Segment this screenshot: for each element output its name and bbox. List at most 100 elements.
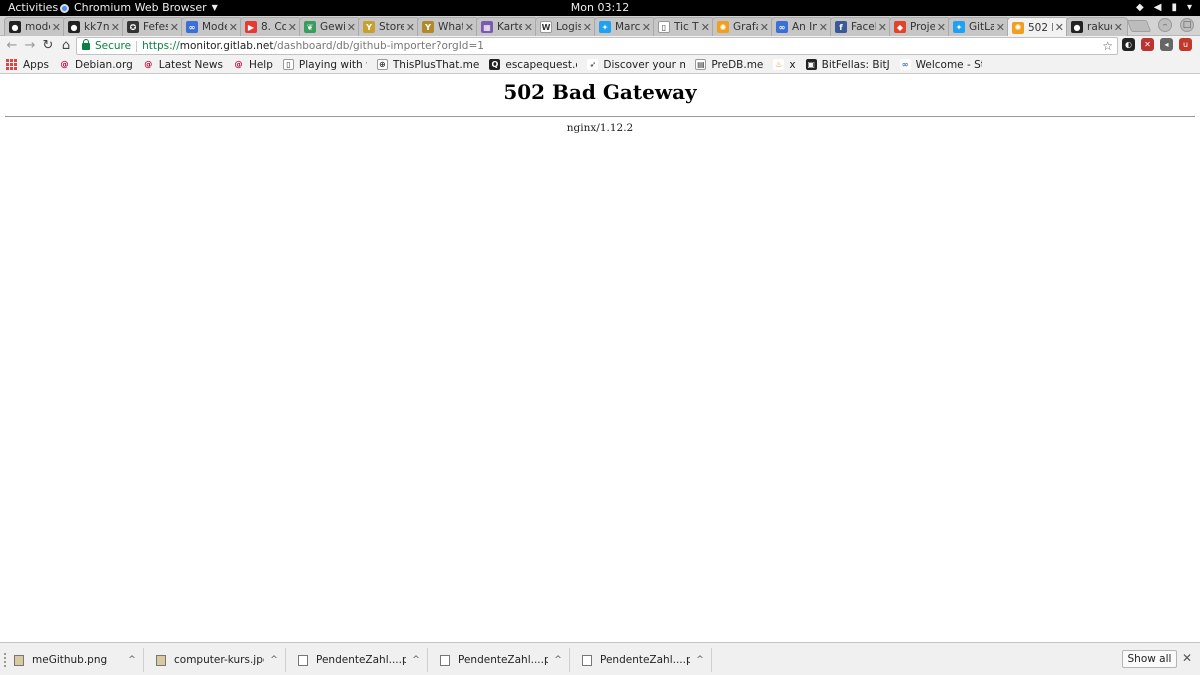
image-file-icon <box>156 654 166 666</box>
download-item[interactable]: meGithub.png ^ <box>2 648 144 672</box>
tab-close-icon[interactable]: ✕ <box>111 21 120 34</box>
bookmark-11[interactable]: ∞ Welcome - Stam <box>899 58 982 71</box>
chromium-icon <box>60 3 69 13</box>
tab-label: GitLa <box>969 21 994 33</box>
tab-14[interactable]: f Faceb✕ <box>830 17 892 36</box>
bookmark-7[interactable]: ➶ Discover your m <box>587 59 685 71</box>
tab-13[interactable]: ∞ An In ✕ <box>771 17 833 36</box>
battery-icon[interactable]: ▮ <box>1171 0 1177 16</box>
lock-icon[interactable] <box>82 38 90 50</box>
extension-red-icon[interactable]: ✕ <box>1141 38 1154 51</box>
tab-label: Proje <box>910 21 935 33</box>
tab-10[interactable]: ✦ Marc ✕ <box>594 17 656 36</box>
tab-close-icon[interactable]: ✕ <box>1114 21 1123 34</box>
chevron-up-icon[interactable]: ^ <box>550 655 566 665</box>
tab-18[interactable]: ● rakud✕ <box>1066 17 1128 36</box>
volume-icon[interactable]: ◀ <box>1154 0 1162 16</box>
tab-17[interactable]: ✺ 502 B✕ <box>1007 17 1069 37</box>
bookmark-star-icon[interactable]: ☆ <box>1102 39 1113 53</box>
download-filename: PendenteZahl....pdf <box>316 654 406 666</box>
link-icon: ∞ <box>776 21 788 33</box>
download-item[interactable]: PendenteZahl....pdf^ <box>570 648 712 672</box>
chevron-up-icon[interactable]: ^ <box>124 655 140 665</box>
home-icon[interactable]: ⌂ <box>58 38 74 54</box>
app-menu[interactable]: Chromium Web Browser ▼ <box>60 0 218 16</box>
download-item[interactable]: PendenteZahl....pdf^ <box>428 648 570 672</box>
clock[interactable]: Mon 03:12 <box>571 1 629 14</box>
tab-close-icon[interactable]: ✕ <box>937 21 946 34</box>
tab-close-icon[interactable]: ✕ <box>52 21 61 34</box>
page-icon: ▯ <box>282 59 294 70</box>
tab-6[interactable]: Y Store✕ <box>358 17 420 36</box>
github-icon: ● <box>9 21 21 33</box>
bookmark-5[interactable]: ⊕ ThisPlusThat.me <box>376 59 479 71</box>
tab-close-icon[interactable]: ✕ <box>229 21 238 34</box>
forward-arrow-icon[interactable]: → <box>22 38 38 54</box>
tab-label: 8. Co <box>261 21 286 33</box>
tab-close-icon[interactable]: ✕ <box>583 21 592 34</box>
tab-close-icon[interactable]: ✕ <box>170 21 179 34</box>
tab-2[interactable]: ✪ Fefes✕ <box>122 17 184 36</box>
tab-close-icon[interactable]: ✕ <box>760 21 769 34</box>
tab-5[interactable]: ❦ Gewi ✕ <box>299 17 361 36</box>
tab-close-icon[interactable]: ✕ <box>288 21 297 34</box>
system-tray[interactable]: ◆ ◀ ▮ ▾ <box>1136 0 1192 16</box>
bookmark-8[interactable]: ▤ PreDB.me <box>695 59 763 71</box>
bookmark-label: BitFellas: BitJam <box>821 58 890 71</box>
bookmark-2[interactable]: @ Latest News <box>143 59 223 71</box>
chevron-up-icon[interactable]: ^ <box>408 655 424 665</box>
bookmark-label: Welcome - Stam <box>915 58 982 71</box>
github-icon: ● <box>68 21 80 33</box>
tab-label: What <box>438 21 463 33</box>
back-arrow-icon[interactable]: ← <box>4 38 20 54</box>
tab-0[interactable]: ● mode✕ <box>4 17 66 36</box>
download-item[interactable]: computer-kurs.jpg ^ <box>144 648 286 672</box>
tab-8[interactable]: ▦ Karte✕ <box>476 17 538 36</box>
bookmark-9[interactable]: ♨ x <box>773 59 796 71</box>
tab-close-icon[interactable]: ✕ <box>1055 21 1064 34</box>
tab-close-icon[interactable]: ✕ <box>406 21 415 34</box>
system-menu-caret-icon[interactable]: ▾ <box>1187 0 1192 16</box>
tab-close-icon[interactable]: ✕ <box>465 21 474 34</box>
download-filename: computer-kurs.jpg <box>174 654 264 666</box>
bookmark-0[interactable]: Apps <box>6 59 49 71</box>
reload-icon[interactable]: ↻ <box>40 38 56 54</box>
close-icon[interactable]: ✕ <box>1182 651 1192 665</box>
wifi-icon[interactable]: ◆ <box>1136 0 1144 16</box>
new-tab-button[interactable] <box>1126 20 1152 32</box>
ublock-shield-icon[interactable]: u <box>1179 38 1192 51</box>
tab-4[interactable]: ▶ 8. Co ✕ <box>240 17 302 36</box>
tab-close-icon[interactable]: ✕ <box>819 21 828 34</box>
maximize-icon[interactable]: □ <box>1180 18 1194 32</box>
show-all-button[interactable]: Show all <box>1122 650 1177 668</box>
tab-11[interactable]: ▯ Tic T ✕ <box>653 17 715 36</box>
tab-12[interactable]: ✺ Grafa✕ <box>712 17 774 36</box>
tab-close-icon[interactable]: ✕ <box>701 21 710 34</box>
tab-close-icon[interactable]: ✕ <box>642 21 651 34</box>
bookmark-1[interactable]: @ Debian.org <box>59 59 132 71</box>
download-filename: PendenteZahl....pdf <box>458 654 548 666</box>
chevron-up-icon[interactable]: ^ <box>266 655 282 665</box>
bookmark-6[interactable]: Qescapequest.ch/ <box>489 59 577 71</box>
tab-3[interactable]: ∞ Mode✕ <box>181 17 243 36</box>
extension-speaker-icon[interactable]: ◂ <box>1160 38 1173 51</box>
tab-close-icon[interactable]: ✕ <box>996 21 1005 34</box>
tab-15[interactable]: ◆ Proje ✕ <box>889 17 951 36</box>
tab-7[interactable]: Y What✕ <box>417 17 479 36</box>
tab-close-icon[interactable]: ✕ <box>347 21 356 34</box>
tab-close-icon[interactable]: ✕ <box>524 21 533 34</box>
extension-dark-icon[interactable]: ◐ <box>1122 38 1135 51</box>
minimize-icon[interactable]: – <box>1158 18 1172 32</box>
bookmark-4[interactable]: ▯ Playing with wor <box>282 59 367 71</box>
tab-9[interactable]: W Logis ✕ <box>535 17 597 36</box>
chevron-up-icon[interactable]: ^ <box>692 655 708 665</box>
activities-button[interactable]: Activities <box>8 0 58 16</box>
secure-label[interactable]: Secure <box>95 40 131 52</box>
tab-close-icon[interactable]: ✕ <box>878 21 887 34</box>
tab-1[interactable]: ● kk7n ✕ <box>63 17 125 36</box>
tab-16[interactable]: ✦ GitLa ✕ <box>948 17 1010 36</box>
address-bar[interactable]: Secure https:// monitor.gitlab.net /dash… <box>76 37 1118 55</box>
download-item[interactable]: PendenteZahl....pdf^ <box>286 648 428 672</box>
bookmark-10[interactable]: ▣ BitFellas: BitJam <box>805 58 890 71</box>
bookmark-3[interactable]: @ Help <box>233 59 272 71</box>
